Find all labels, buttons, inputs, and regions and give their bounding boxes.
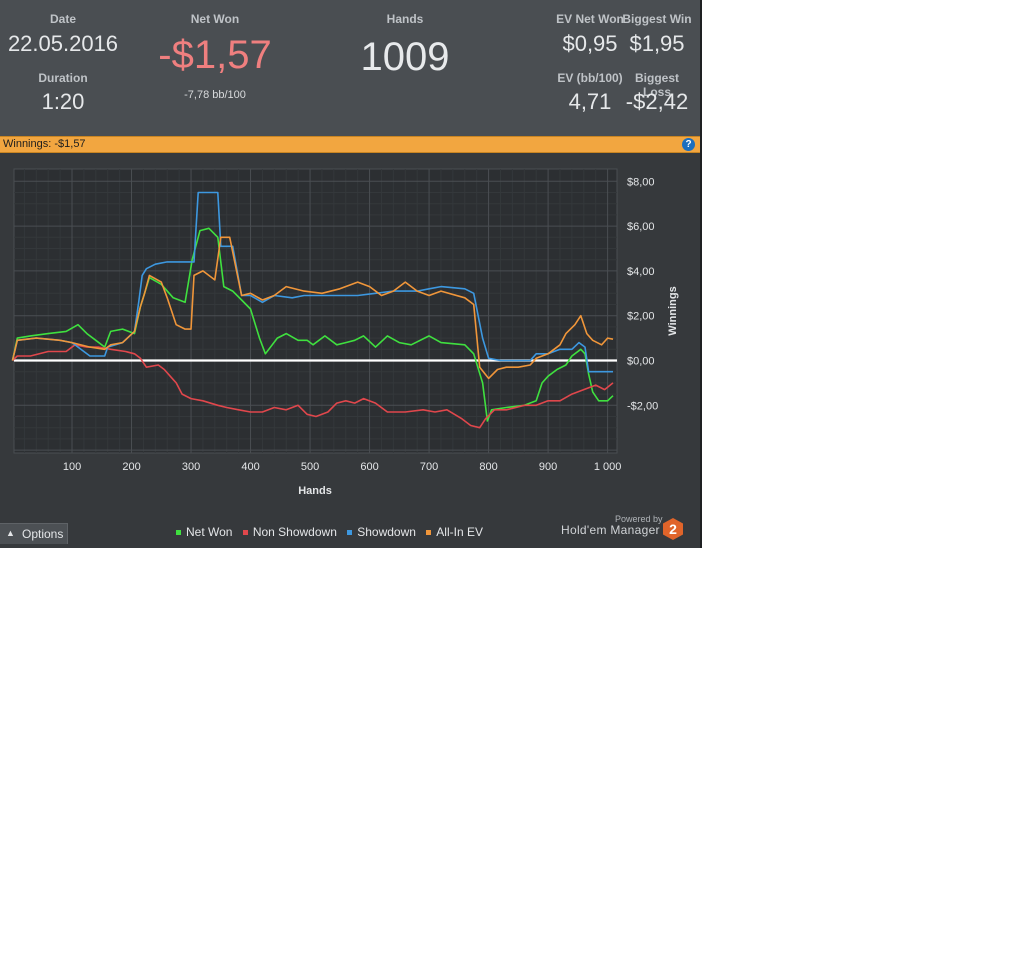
date-value: 22.05.2016: [7, 31, 119, 56]
x-tick-label: 500: [301, 461, 319, 473]
x-tick-labels: 100 200 300 400 500 600 700 800 900 1 000: [63, 461, 622, 473]
x-tick-label: 700: [420, 461, 438, 473]
x-axis-label: Hands: [298, 485, 332, 497]
biggest-win-label: Biggest Win: [622, 12, 692, 26]
y-tick-label: $0,00: [627, 356, 655, 368]
session-stats-panel: Date 22.05.2016 Duration 1:20 Net Won -$…: [0, 0, 700, 136]
winnings-value: -$1,57: [54, 138, 86, 150]
y-axis-label: Winnings: [667, 286, 679, 335]
x-tick-label: 400: [241, 461, 259, 473]
net-won-value: -$1,57: [158, 33, 272, 77]
hm2-logo-icon: 2: [663, 518, 683, 540]
date-label: Date: [49, 12, 76, 26]
x-tick-label: 100: [63, 461, 81, 473]
y-tick-label: $4,00: [627, 266, 655, 278]
net-won-label: Net Won: [190, 12, 240, 26]
net-won-bb-per-100: -7,78 bb/100: [184, 89, 246, 101]
x-tick-label: 200: [122, 461, 140, 473]
legend-item-non-showdown[interactable]: Non Showdown: [242, 525, 337, 539]
caret-up-icon: ▲: [6, 528, 15, 538]
winnings-bar: Winnings: -$1,57 ?: [0, 136, 700, 153]
winnings-summary: Winnings: -$1,57: [3, 138, 86, 150]
x-tick-label: 300: [182, 461, 200, 473]
y-tick-labels: $8,00 $6,00 $4,00 $2,00 $0,00 -$2,00: [627, 176, 658, 412]
legend-label-all-in-ev: All-In EV: [436, 525, 483, 539]
legend-label-net-won: Net Won: [186, 525, 233, 539]
y-tick-label: $8,00: [627, 176, 655, 188]
legend-item-net-won[interactable]: Net Won: [176, 525, 232, 539]
hands-value: 1009: [360, 35, 450, 79]
options-label: Options: [22, 527, 64, 541]
x-tick-label: 1 000: [594, 461, 622, 473]
x-tick-label: 600: [360, 461, 378, 473]
duration-value: 1:20: [41, 89, 85, 114]
biggest-win-value: $1,95: [629, 31, 685, 56]
legend-label-showdown: Showdown: [357, 525, 416, 539]
help-icon[interactable]: ?: [682, 138, 695, 151]
x-tick-label: 900: [539, 461, 557, 473]
session-report-window: Date 22.05.2016 Duration 1:20 Net Won -$…: [0, 0, 702, 548]
ev-net-won-value: $0,95: [562, 31, 618, 56]
winnings-chart: 100 200 300 400 500 600 700 800 900 1 000 $8,00 $6…: [11, 168, 679, 497]
logo-badge-text: 2: [669, 521, 677, 537]
legend-swatch-showdown: [347, 530, 353, 536]
winnings-label: Winnings:: [3, 138, 52, 150]
y-tick-label: -$2,00: [627, 400, 658, 412]
x-tick-label: 800: [479, 461, 497, 473]
ev-bb-per-100-value: 4,71: [568, 89, 612, 114]
legend-item-all-in-ev[interactable]: All-In EV: [426, 525, 483, 539]
legend-label-non-showdown: Non Showdown: [252, 525, 337, 539]
duration-label: Duration: [38, 71, 88, 85]
legend-item-showdown[interactable]: Showdown: [347, 525, 416, 539]
plot-area: [13, 168, 618, 454]
brand-name: Hold'em Manager: [561, 523, 660, 537]
y-tick-label: $2,00: [627, 311, 655, 323]
hands-label: Hands: [386, 12, 424, 26]
chart-legend: Net Won Non Showdown Showdown All-In EV: [176, 525, 490, 539]
legend-swatch-non-showdown: [242, 530, 248, 536]
biggest-loss-value: -$2,42: [625, 89, 689, 114]
ev-bb-per-100-label: EV (bb/100): [557, 71, 623, 85]
ev-net-won-label: EV Net Won: [556, 12, 624, 26]
options-button[interactable]: ▲ Options: [0, 523, 68, 544]
y-tick-label: $6,00: [627, 221, 655, 233]
legend-swatch-net-won: [176, 530, 181, 536]
legend-swatch-all-in-ev: [426, 530, 432, 536]
